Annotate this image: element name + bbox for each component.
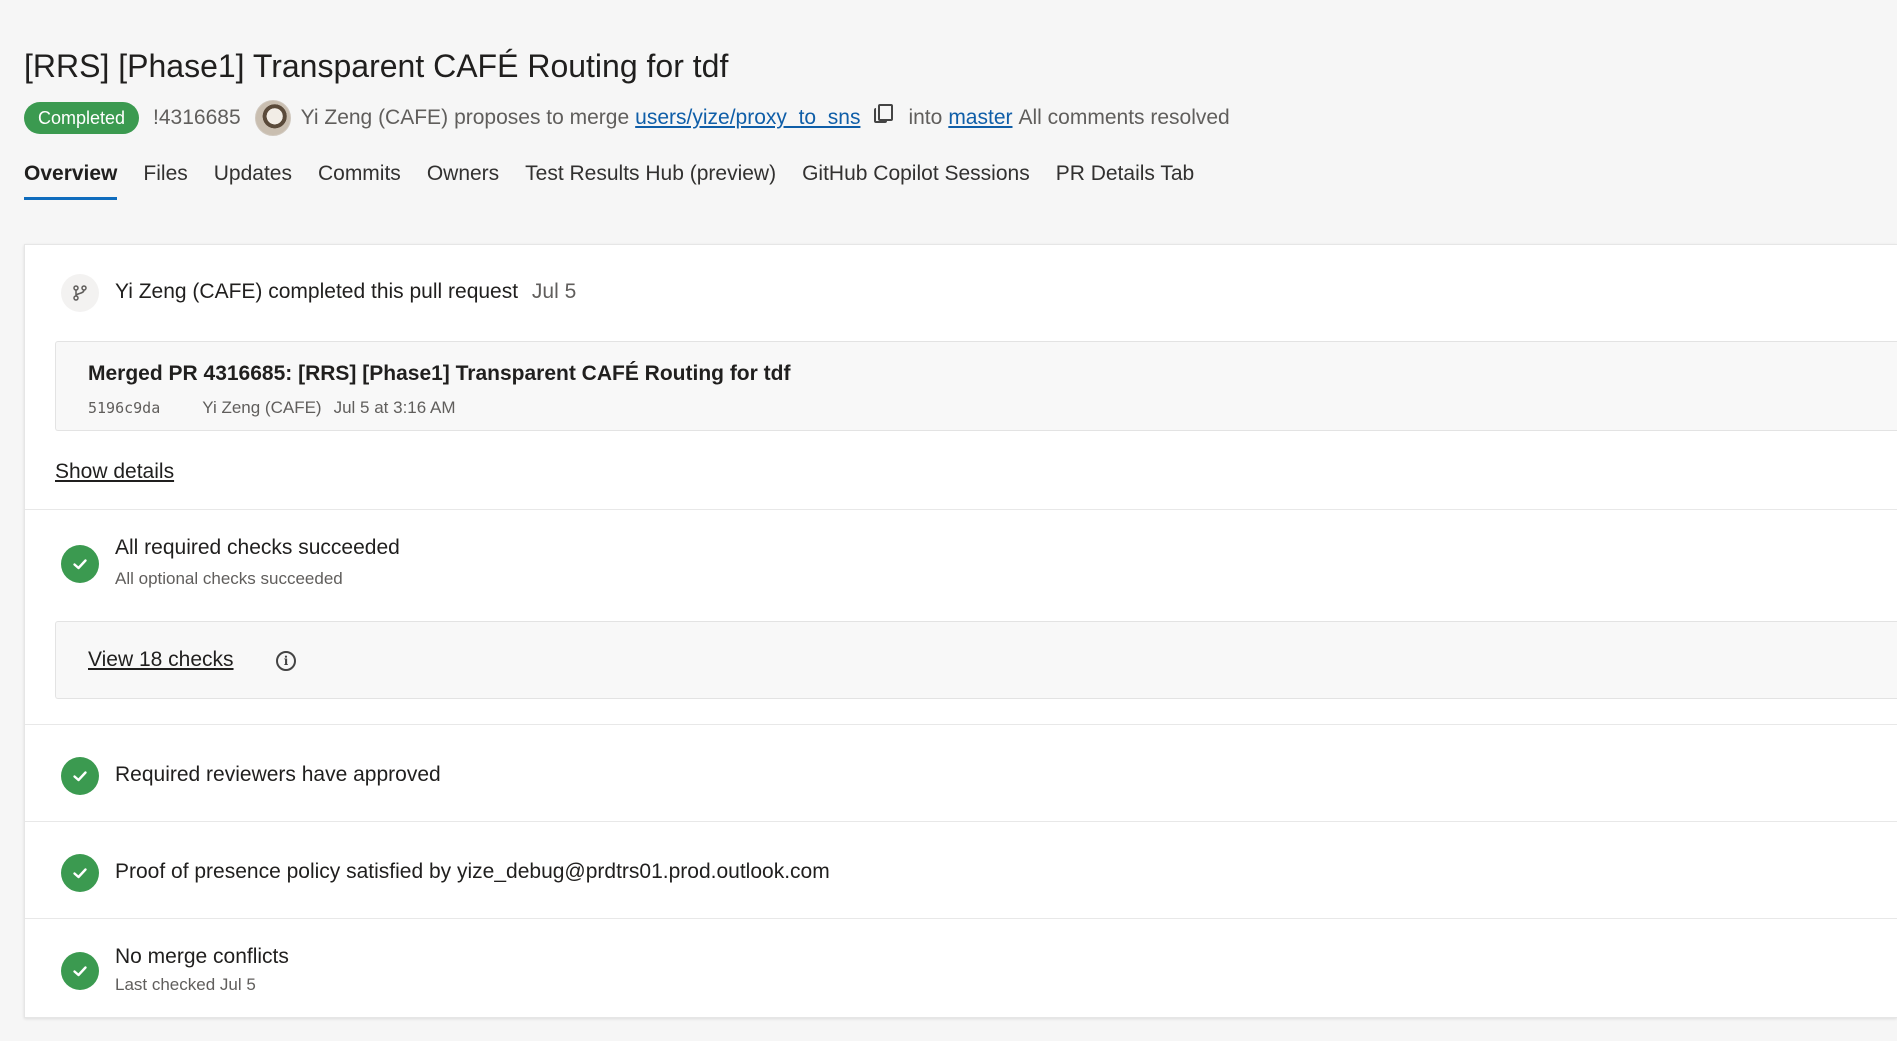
tab-updates[interactable]: Updates — [214, 162, 292, 200]
divider — [25, 918, 1897, 919]
into-text: into — [908, 106, 943, 129]
status-badge: Completed — [24, 102, 140, 134]
conflicts-title: No merge conflicts — [115, 945, 289, 968]
tab-github-copilot-sessions[interactable]: GitHub Copilot Sessions — [802, 162, 1030, 200]
conflicts-success-icon — [61, 952, 99, 990]
checks-title: All required checks succeeded — [115, 536, 400, 559]
tab-bar: Overview Files Updates Commits Owners Te… — [24, 162, 1220, 200]
tab-test-results-hub[interactable]: Test Results Hub (preview) — [525, 162, 776, 200]
page-title: [RRS] [Phase1] Transparent CAFÉ Routing … — [24, 48, 729, 84]
avatar[interactable] — [254, 100, 291, 136]
show-details-link[interactable]: Show details — [55, 460, 174, 484]
merge-commit-title[interactable]: Merged PR 4316685: [RRS] [Phase1] Transp… — [88, 362, 790, 386]
merge-commit-meta: 5196c9da Yi Zeng (CAFE) Jul 5 at 3:16 AM — [88, 398, 456, 418]
commit-time: Jul 5 at 3:16 AM — [333, 398, 456, 417]
tab-owners[interactable]: Owners — [427, 162, 499, 200]
reviewers-success-icon — [61, 757, 99, 795]
conflicts-subtitle: Last checked Jul 5 — [115, 975, 256, 994]
checks-box: View 18 checks i — [55, 621, 1897, 699]
overview-card: Yi Zeng (CAFE) completed this pull reque… — [24, 244, 1897, 1018]
divider — [25, 509, 1897, 510]
source-branch-link[interactable]: users/yize/proxy_to_sns — [635, 106, 860, 130]
check-success-icon — [61, 545, 99, 583]
comments-status: All comments resolved — [1018, 106, 1230, 129]
info-icon[interactable]: i — [276, 651, 296, 671]
divider — [25, 724, 1897, 725]
checks-subtitle: All optional checks succeeded — [115, 569, 343, 588]
completion-date: Jul 5 — [531, 280, 577, 303]
merge-commit-box[interactable]: Merged PR 4316685: [RRS] [Phase1] Transp… — [55, 341, 1897, 431]
presence-status: Proof of presence policy satisfied by yi… — [115, 860, 830, 883]
proposes-text: proposes to merge — [454, 106, 630, 129]
completion-text: Yi Zeng (CAFE) completed this pull reque… — [115, 280, 577, 303]
pr-meta: Completed !4316685 Yi Zeng (CAFE) propos… — [24, 100, 1230, 136]
commit-author: Yi Zeng (CAFE) — [202, 398, 322, 417]
tab-files[interactable]: Files — [143, 162, 187, 200]
reviewers-status: Required reviewers have approved — [115, 763, 441, 786]
merge-icon — [61, 274, 99, 312]
pr-id[interactable]: !4316685 — [153, 106, 241, 130]
tab-overview[interactable]: Overview — [24, 162, 118, 200]
divider — [25, 821, 1897, 822]
tab-commits[interactable]: Commits — [318, 162, 401, 200]
tab-pr-details[interactable]: PR Details Tab — [1056, 162, 1195, 200]
presence-success-icon — [61, 854, 99, 892]
view-checks-link[interactable]: View 18 checks — [88, 648, 234, 672]
target-branch-link[interactable]: master — [948, 106, 1012, 130]
commit-hash[interactable]: 5196c9da — [88, 398, 160, 418]
pr-author[interactable]: Yi Zeng (CAFE) — [301, 106, 448, 130]
copy-icon[interactable] — [874, 104, 894, 124]
